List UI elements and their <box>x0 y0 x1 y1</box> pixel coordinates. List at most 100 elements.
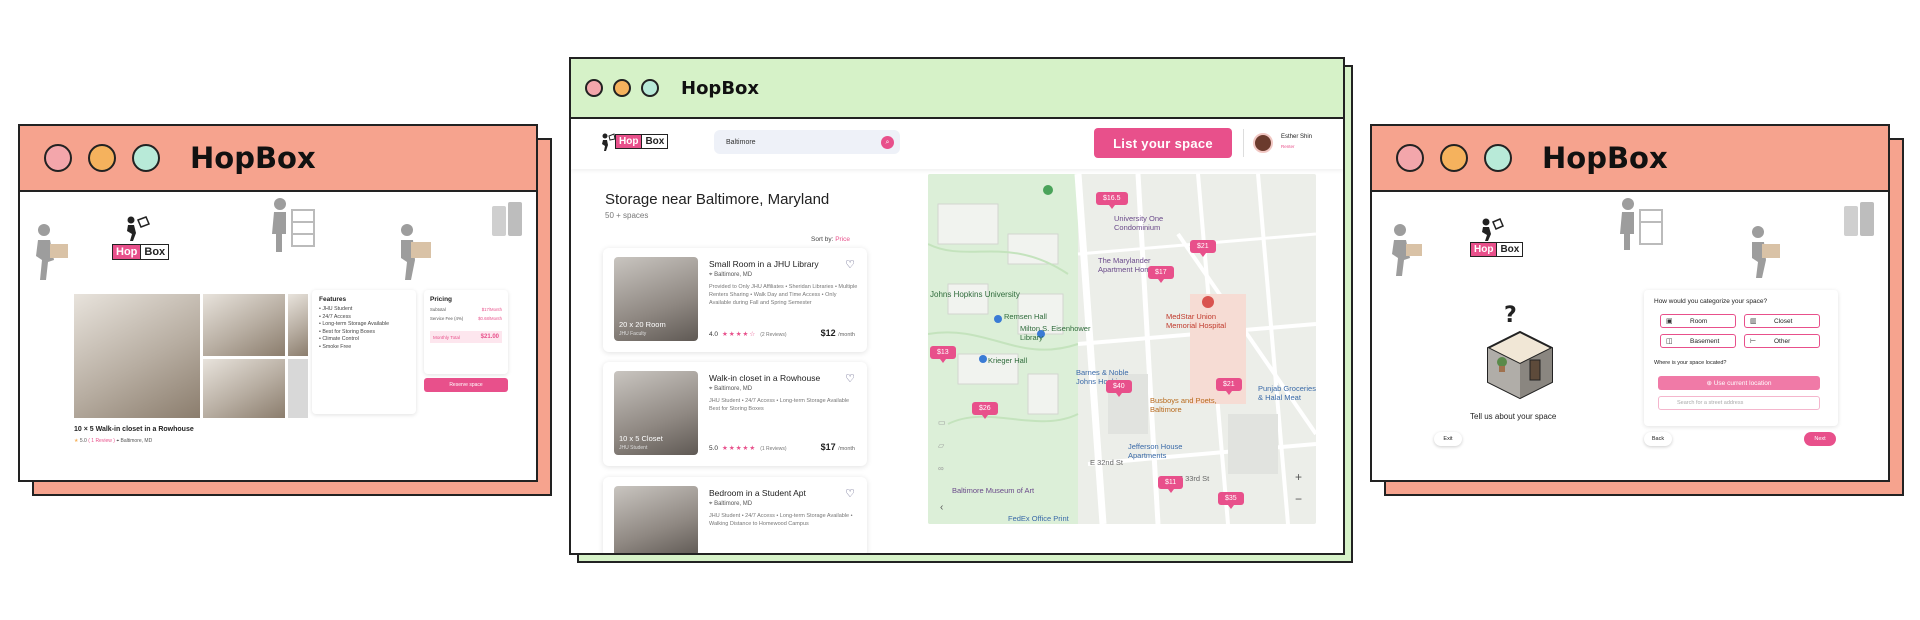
zoom-in-button[interactable]: + <box>1295 470 1302 484</box>
option-basement[interactable]: ◫ Basement <box>1660 334 1736 348</box>
price-pin[interactable]: $26 <box>972 402 998 419</box>
price-pin[interactable]: $11 <box>1158 476 1184 493</box>
close-dot[interactable] <box>44 144 72 172</box>
maximize-dot[interactable] <box>1484 144 1512 172</box>
feature-item: • Smoke Free <box>319 343 352 350</box>
thumb-caption: 20 x 20 Room <box>619 320 666 329</box>
avatar[interactable] <box>1253 133 1273 153</box>
option-closet[interactable]: ▥ Closet <box>1744 314 1820 328</box>
address-input[interactable]: Search for a street address <box>1658 396 1820 410</box>
map-label-krieger: Krieger Hall <box>988 356 1028 365</box>
heart-icon[interactable]: ♡ <box>845 372 855 385</box>
location-pin-icon: ⌖ <box>116 438 120 444</box>
price-pin[interactable]: $21 <box>1216 378 1242 395</box>
listing-photo-5[interactable] <box>288 359 308 418</box>
listing-photo-main[interactable] <box>74 294 200 418</box>
list-your-space-button[interactable]: List your space <box>1094 128 1232 158</box>
listing-card[interactable]: Bedroom in a Student Apt ⌖ Baltimore, MD… <box>603 477 867 553</box>
window-titlebar: HopBox <box>20 126 536 192</box>
price-pin[interactable]: $35 <box>1218 492 1244 509</box>
zoom-out-button[interactable]: − <box>1295 492 1302 506</box>
listing-rating: 4.0 ★★★★☆ (2 Reviews) <box>709 331 787 338</box>
maximize-dot[interactable] <box>641 79 659 97</box>
listing-photo-2[interactable] <box>203 294 285 356</box>
person-walking-box-icon <box>401 224 431 280</box>
window-frame: HopBox Hop Box Baltimore ⌕ List your spac… <box>569 57 1345 555</box>
feature-item: • Best for Storing Boxes <box>319 328 376 335</box>
map-label-e32: E 32nd St <box>1090 458 1123 467</box>
listing-price: $12 /month <box>820 328 855 338</box>
features-title: Features <box>319 296 347 303</box>
room-cube-illustration: ? <box>1487 303 1553 400</box>
logo-box: Box <box>141 244 170 260</box>
price-pin[interactable]: $21 <box>1190 240 1216 257</box>
user-role: Renter <box>1281 144 1295 149</box>
reserve-space-button[interactable]: Reserve space <box>424 378 508 392</box>
logo-hop: Hop <box>1470 242 1498 257</box>
thumb-caption: 10 x 5 Closet <box>619 434 663 443</box>
feature-item: • JHU Student <box>319 306 353 312</box>
close-dot[interactable] <box>1396 144 1424 172</box>
next-button[interactable]: Next <box>1804 432 1836 446</box>
map-label-remsen: Remsen Hall <box>1004 312 1047 321</box>
hopbox-mascot-icon <box>1482 218 1504 241</box>
search-value: Baltimore <box>726 138 756 146</box>
price-pin[interactable]: $13 <box>930 346 956 363</box>
bus-icon[interactable]: ▭ <box>938 418 950 427</box>
listing-thumbnail[interactable] <box>614 486 698 553</box>
window-titlebar: HopBox <box>1372 126 1888 192</box>
listing-title[interactable]: Bedroom in a Student Apt <box>709 488 806 498</box>
heart-icon[interactable]: ♡ <box>845 258 855 271</box>
pricing-row: Subtotal $17/Month <box>430 307 502 312</box>
option-room[interactable]: ▣ Room <box>1660 314 1736 328</box>
pricing-card: Pricing Subtotal $17/Month Service Fee (4… <box>424 290 508 374</box>
search-input[interactable]: Baltimore ⌕ <box>714 130 900 154</box>
map-label-eisenhower: Milton S. Eisenhower Library <box>1020 324 1091 342</box>
person-carrying-box-icon <box>1392 224 1422 276</box>
map-label-fedex: FedEx Office Print <box>1008 514 1069 523</box>
heart-icon[interactable]: ♡ <box>845 487 855 500</box>
window-title: HopBox <box>190 141 316 175</box>
logo-hop: Hop <box>615 134 643 149</box>
car-icon[interactable]: ▱ <box>938 441 950 450</box>
listing-title: 10 × 5 Walk-in closet in a Rowhouse <box>74 426 194 433</box>
search-icon[interactable]: ⌕ <box>881 136 894 149</box>
listing-thumbnail[interactable]: 20 x 20 Room JHU Faculty <box>614 257 698 341</box>
minimize-dot[interactable] <box>1440 144 1468 172</box>
exit-button[interactable]: Exit <box>1434 432 1462 446</box>
minimize-dot[interactable] <box>613 79 631 97</box>
feature-item: • Long-term Storage Available <box>319 321 390 327</box>
hopbox-logo[interactable]: Hop Box <box>615 134 669 149</box>
pricing-row: Service Fee (4%) $0.68/Month <box>430 316 502 321</box>
listing-thumbnail[interactable]: 10 x 5 Closet JHU Student <box>614 371 698 455</box>
hopbox-mascot-icon <box>127 216 150 241</box>
listing-title[interactable]: Walk-in closet in a Rowhouse <box>709 373 820 383</box>
logo-box: Box <box>642 134 669 149</box>
back-button[interactable]: Back <box>1644 432 1672 446</box>
link-icon[interactable]: ∞ <box>938 464 950 473</box>
listing-location: ⌖ Baltimore, MD <box>709 501 753 507</box>
use-current-location-button[interactable]: ⊕ Use current location <box>1658 376 1820 390</box>
map[interactable]: Johns Hopkins University Remsen Hall Mil… <box>928 174 1316 524</box>
listing-title[interactable]: Small Room in a JHU Library <box>709 259 819 269</box>
option-other[interactable]: ⊢ Other <box>1744 334 1820 348</box>
minimize-dot[interactable] <box>88 144 116 172</box>
close-dot[interactable] <box>585 79 603 97</box>
hopbox-logo[interactable]: Hop Box <box>112 244 170 260</box>
map-label-jhu: Johns Hopkins University <box>930 290 1020 299</box>
back-arrow-icon[interactable]: ‹ <box>940 502 943 513</box>
listing-card[interactable]: 10 x 5 Closet JHU Student Walk-in closet… <box>603 362 867 466</box>
sort-control[interactable]: Sort by: Price <box>811 236 850 243</box>
reviews-link[interactable]: ( 1 Review ) <box>88 438 115 444</box>
price-pin[interactable]: $40 <box>1106 380 1132 397</box>
price-pin[interactable]: $17 <box>1148 266 1174 283</box>
listing-location: ⌖ Baltimore, MD <box>709 272 753 278</box>
listing-photo-3[interactable] <box>288 294 308 356</box>
maximize-dot[interactable] <box>132 144 160 172</box>
person-walking-box-icon <box>1752 226 1780 278</box>
hopbox-logo[interactable]: Hop Box <box>1470 242 1524 257</box>
map-side-tools: ▭ ▱ ∞ <box>938 418 950 488</box>
price-pin[interactable]: $16.5 <box>1096 192 1128 209</box>
listing-card[interactable]: 20 x 20 Room JHU Faculty Small Room in a… <box>603 248 867 352</box>
listing-photo-4[interactable] <box>203 359 285 418</box>
